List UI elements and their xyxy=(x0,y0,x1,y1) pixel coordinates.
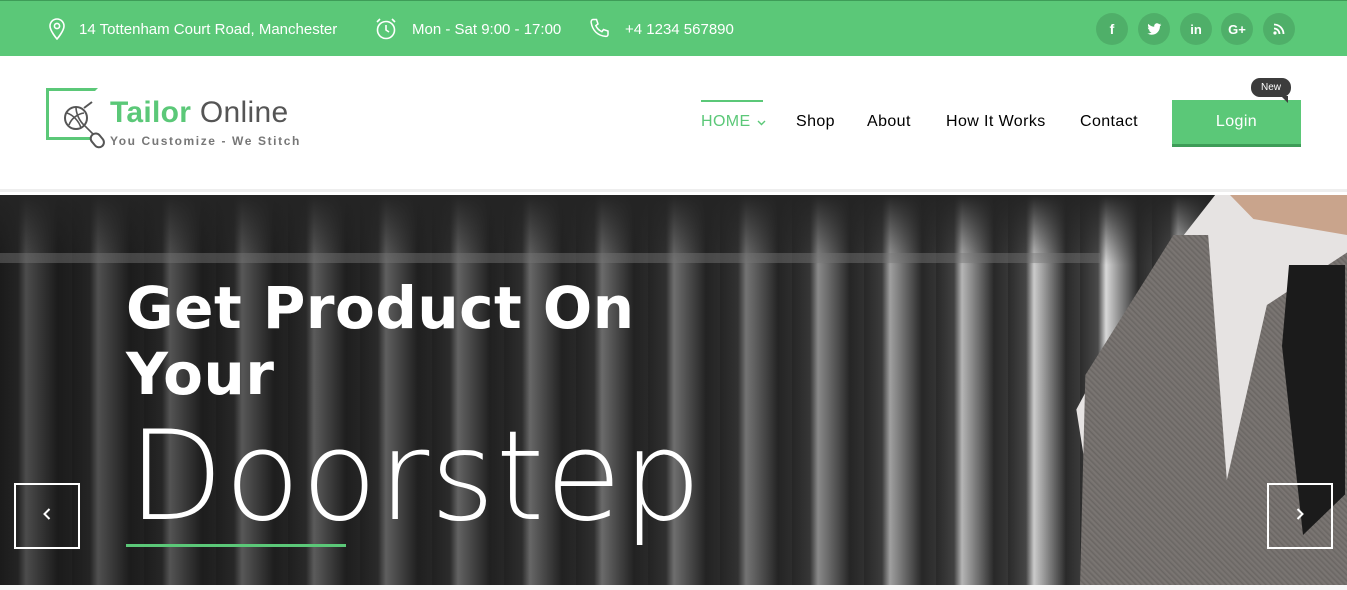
address-info: 14 Tottenham Court Road, Manchester xyxy=(49,1,337,57)
login-button[interactable]: Login xyxy=(1172,100,1301,147)
slider-next-button[interactable] xyxy=(1267,483,1333,549)
hero-clothes-rail xyxy=(0,253,1100,263)
phone-info: +4 1234 567890 xyxy=(588,1,734,57)
nav-active-indicator xyxy=(701,100,763,102)
facebook-glyph: f xyxy=(1109,21,1115,37)
hours-info: Mon - Sat 9:00 - 17:00 xyxy=(374,1,561,57)
chevron-down-icon xyxy=(757,113,766,131)
hero-slider: Get Product On Your Doorstep xyxy=(0,195,1347,585)
nav-item-shop[interactable]: Shop xyxy=(796,113,835,131)
logo-name: Tailor Online xyxy=(110,96,288,130)
yarn-ball-icon xyxy=(56,98,116,163)
logo-tagline: You Customize - We Stitch xyxy=(110,134,301,148)
google-plus-icon[interactable]: G+ xyxy=(1221,13,1253,45)
google-plus-glyph: G+ xyxy=(1228,21,1246,37)
page-bottom-strip xyxy=(0,585,1347,590)
facebook-icon[interactable]: f xyxy=(1096,13,1128,45)
new-badge: New xyxy=(1251,78,1291,103)
alarm-clock-icon xyxy=(374,17,398,41)
linkedin-glyph: in xyxy=(1190,21,1202,37)
rss-icon[interactable] xyxy=(1263,13,1295,45)
nav-item-home[interactable]: HOME xyxy=(701,113,766,131)
hero-big-word: Doorstep xyxy=(128,405,703,549)
site-logo[interactable]: Tailor Online You Customize - We Stitch xyxy=(46,88,316,160)
logo-name-part1: Tailor xyxy=(110,96,192,129)
nav-item-about[interactable]: About xyxy=(867,113,911,131)
slider-prev-button[interactable] xyxy=(14,483,80,549)
chevron-left-icon xyxy=(42,507,52,526)
linkedin-icon[interactable]: in xyxy=(1180,13,1212,45)
chevron-right-icon xyxy=(1295,507,1305,526)
logo-name-part2: Online xyxy=(199,96,289,129)
site-header: Tailor Online You Customize - We Stitch … xyxy=(0,56,1347,192)
hero-title: Get Product On Your xyxy=(126,274,635,408)
nav-home-label: HOME xyxy=(701,113,751,130)
nav-item-contact[interactable]: Contact xyxy=(1080,113,1138,131)
twitter-icon[interactable] xyxy=(1138,13,1170,45)
address-text: 14 Tottenham Court Road, Manchester xyxy=(79,20,338,38)
nav-item-how-it-works[interactable]: How It Works xyxy=(946,113,1046,131)
top-info-bar: 14 Tottenham Court Road, Manchester Mon … xyxy=(0,0,1347,56)
phone-text: +4 1234 567890 xyxy=(625,20,734,38)
phone-icon xyxy=(588,17,612,41)
location-pin-icon xyxy=(49,18,65,40)
hours-text: Mon - Sat 9:00 - 17:00 xyxy=(412,20,562,38)
hero-underline xyxy=(126,544,346,547)
